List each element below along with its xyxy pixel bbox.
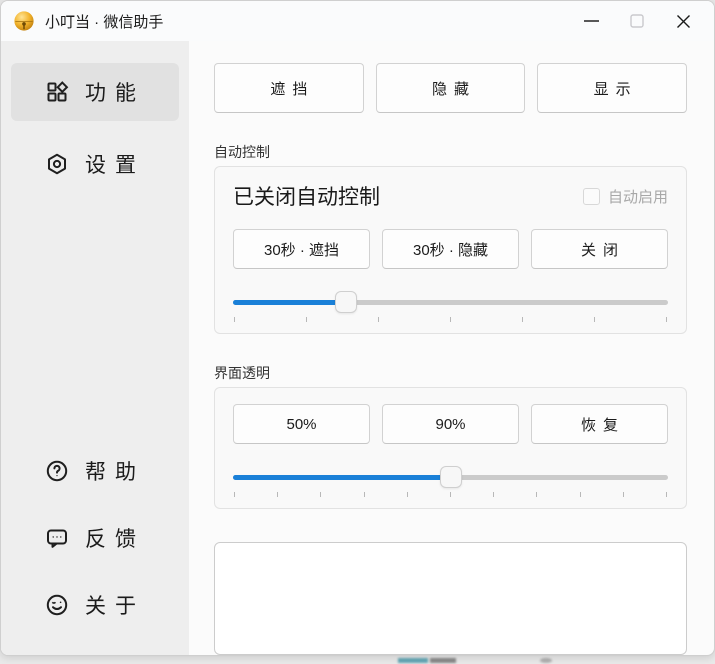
quick-action-row: 遮挡 隐藏 显示 bbox=[214, 63, 687, 113]
show-button[interactable]: 显示 bbox=[537, 63, 687, 113]
log-textbox[interactable] bbox=[214, 542, 687, 655]
slider-track[interactable] bbox=[233, 300, 668, 305]
sidebar-item-features[interactable]: 功能 bbox=[11, 63, 179, 121]
grid-icon bbox=[45, 80, 69, 104]
transparency-groupbox: 50% 90% 恢复 bbox=[214, 387, 687, 509]
opacity-50-button[interactable]: 50% bbox=[233, 404, 370, 444]
sidebar-item-label: 帮助 bbox=[85, 456, 145, 486]
sidebar-item-label: 反馈 bbox=[85, 523, 145, 553]
app-window: 小叮当 · 微信助手 功能 bbox=[0, 0, 715, 656]
transparency-section-label: 界面透明 bbox=[214, 363, 687, 383]
auto-control-groupbox: 已关闭自动控制 自动启用 30秒 · 遮挡 30秒 · 隐藏 关闭 bbox=[214, 166, 687, 334]
close-button[interactable] bbox=[660, 1, 706, 41]
speech-bubble-icon bbox=[45, 526, 69, 550]
sidebar-item-about[interactable]: 关于 bbox=[11, 581, 179, 629]
auto-control-section-label: 自动控制 bbox=[214, 142, 687, 162]
auto-control-status: 已关闭自动控制 bbox=[233, 181, 583, 211]
titlebar: 小叮当 · 微信助手 bbox=[1, 1, 714, 41]
block-button[interactable]: 遮挡 bbox=[214, 63, 364, 113]
transparency-buttons: 50% 90% 恢复 bbox=[233, 404, 668, 444]
opacity-restore-button[interactable]: 恢复 bbox=[531, 404, 668, 444]
slider-fill bbox=[233, 475, 451, 480]
auto-enable-label: 自动启用 bbox=[608, 186, 668, 207]
minimize-button[interactable] bbox=[568, 1, 614, 41]
background-artifact bbox=[398, 658, 428, 663]
sidebar-spacer bbox=[1, 188, 189, 447]
sidebar-item-help[interactable]: 帮助 bbox=[11, 447, 179, 495]
minimize-icon bbox=[584, 20, 599, 22]
sidebar-item-label: 功能 bbox=[85, 77, 145, 107]
question-circle-icon bbox=[45, 459, 69, 483]
window-title: 小叮当 · 微信助手 bbox=[45, 11, 163, 32]
slider-ticks bbox=[233, 317, 668, 323]
hexagon-gear-icon bbox=[45, 152, 69, 176]
opacity-90-button[interactable]: 90% bbox=[382, 404, 519, 444]
checkbox-icon[interactable] bbox=[583, 188, 600, 205]
bell-icon bbox=[13, 10, 35, 32]
auto-control-off-button[interactable]: 关闭 bbox=[531, 229, 668, 269]
sidebar-item-label: 设置 bbox=[85, 149, 145, 179]
slider-handle[interactable] bbox=[440, 466, 462, 488]
sidebar: 功能 设置 bbox=[1, 41, 189, 655]
slider-ticks bbox=[233, 492, 668, 498]
auto-enable-checkbox[interactable]: 自动启用 bbox=[583, 186, 668, 207]
slider-handle[interactable] bbox=[335, 291, 357, 313]
sidebar-item-feedback[interactable]: 反馈 bbox=[11, 514, 179, 562]
transparency-slider[interactable] bbox=[233, 466, 668, 498]
slider-fill bbox=[233, 300, 346, 305]
block-30s-button[interactable]: 30秒 · 遮挡 bbox=[233, 229, 370, 269]
close-icon bbox=[676, 14, 691, 29]
background-artifact bbox=[430, 658, 456, 663]
maximize-button bbox=[614, 1, 660, 41]
hide-30s-button[interactable]: 30秒 · 隐藏 bbox=[382, 229, 519, 269]
sidebar-item-label: 关于 bbox=[85, 590, 145, 620]
smiley-icon bbox=[45, 593, 69, 617]
auto-control-buttons: 30秒 · 遮挡 30秒 · 隐藏 关闭 bbox=[233, 229, 668, 269]
hide-button[interactable]: 隐藏 bbox=[376, 63, 526, 113]
background-artifact bbox=[540, 658, 552, 663]
main-panel: 遮挡 隐藏 显示 自动控制 已关闭自动控制 自动启用 30秒 · 遮挡 30秒 … bbox=[189, 41, 714, 655]
maximize-icon bbox=[630, 14, 644, 28]
auto-control-slider[interactable] bbox=[233, 291, 668, 323]
sidebar-item-settings[interactable]: 设置 bbox=[11, 140, 179, 188]
